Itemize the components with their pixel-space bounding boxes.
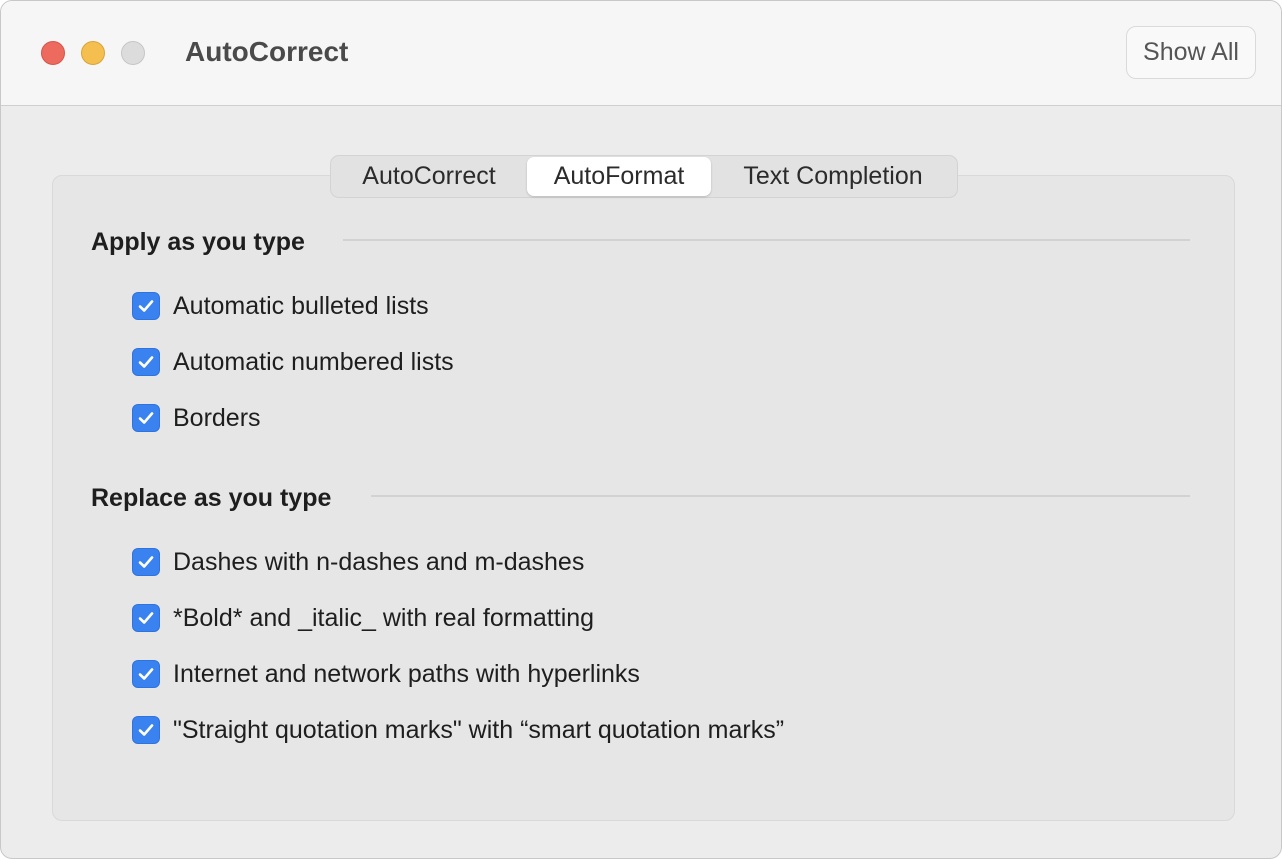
checkbox[interactable] — [132, 292, 160, 320]
checkbox[interactable] — [132, 404, 160, 432]
option-label: Dashes with n-dashes and m-dashes — [173, 547, 585, 576]
checkmark-icon — [138, 412, 154, 424]
option-label: Automatic numbered lists — [173, 347, 454, 376]
tab-text-completion[interactable]: Text Completion — [711, 157, 955, 196]
option-hyperlinks[interactable]: Internet and network paths with hyperlin… — [132, 659, 640, 689]
tab-autocorrect[interactable]: AutoCorrect — [331, 157, 527, 196]
checkmark-icon — [138, 668, 154, 680]
option-dashes[interactable]: Dashes with n-dashes and m-dashes — [132, 547, 584, 577]
option-label: "Straight quotation marks" with “smart q… — [173, 715, 785, 744]
checkmark-icon — [138, 300, 154, 312]
option-label: Automatic bulleted lists — [173, 291, 429, 320]
checkmark-icon — [138, 356, 154, 368]
zoom-window-button[interactable] — [121, 41, 145, 65]
section-title-replace: Replace as you type — [91, 484, 332, 512]
checkbox[interactable] — [132, 348, 160, 376]
section-divider-apply — [343, 239, 1190, 241]
close-window-button[interactable] — [41, 41, 65, 65]
minimize-window-button[interactable] — [81, 41, 105, 65]
title-bar: AutoCorrect Show All — [1, 1, 1281, 106]
option-bold-italic[interactable]: *Bold* and _italic_ with real formatting — [132, 603, 594, 633]
checkmark-icon — [138, 556, 154, 568]
checkmark-icon — [138, 724, 154, 736]
checkbox[interactable] — [132, 548, 160, 576]
option-automatic-numbered-lists[interactable]: Automatic numbered lists — [132, 347, 454, 377]
checkmark-icon — [138, 612, 154, 624]
option-automatic-bulleted-lists[interactable]: Automatic bulleted lists — [132, 291, 429, 321]
checkbox[interactable] — [132, 604, 160, 632]
option-borders[interactable]: Borders — [132, 403, 261, 433]
option-label: *Bold* and _italic_ with real formatting — [173, 603, 595, 632]
checkbox[interactable] — [132, 660, 160, 688]
section-divider-replace — [371, 495, 1190, 497]
section-title-apply: Apply as you type — [91, 228, 305, 256]
option-label: Borders — [173, 403, 261, 432]
option-smart-quotes[interactable]: "Straight quotation marks" with “smart q… — [132, 715, 784, 745]
option-label: Internet and network paths with hyperlin… — [173, 659, 640, 688]
checkbox[interactable] — [132, 716, 160, 744]
show-all-button[interactable]: Show All — [1126, 26, 1256, 79]
window-title: AutoCorrect — [185, 36, 349, 67]
autocorrect-window: AutoCorrect Show All AutoCorrect AutoFor… — [0, 0, 1282, 859]
tab-bar: AutoCorrect AutoFormat Text Completion — [330, 155, 958, 198]
tab-autoformat[interactable]: AutoFormat — [527, 157, 711, 196]
